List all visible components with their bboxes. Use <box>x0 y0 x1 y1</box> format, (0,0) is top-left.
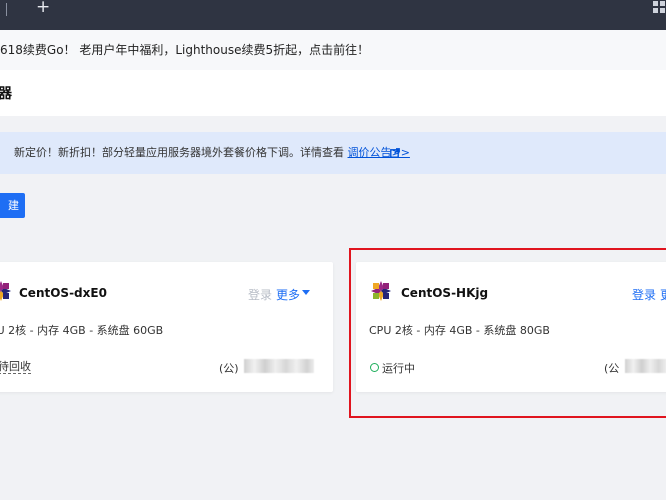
notice-message: 新定价！新折扣！部分轻量应用服务器境外套餐价格下调。详情查看 <box>14 146 348 159</box>
app-grid-icon[interactable] <box>652 0 666 16</box>
price-announcement-link[interactable]: 调价公告>> <box>348 146 410 159</box>
tab-divider <box>6 3 7 16</box>
public-ip-label: (公) <box>219 362 239 375</box>
instance-name[interactable]: CentOS-dxE0 <box>19 286 107 300</box>
page-header: 器 <box>0 70 666 116</box>
top-bar: + <box>0 0 666 30</box>
more-button[interactable]: 更多 <box>276 286 300 303</box>
masked-ip-address <box>244 359 314 373</box>
instance-card[interactable]: CentOS-dxE0 登录 更多 PU 2核 - 内存 4GB - 系统盘 6… <box>0 262 333 392</box>
notice-text: 新定价！新折扣！部分轻量应用服务器境外套餐价格下调。详情查看 调价公告>> <box>14 132 410 174</box>
promo-text[interactable]: 618续费Go！ 老用户年中福利，Lighthouse续费5折起，点击前往！ <box>0 43 369 57</box>
status-text[interactable]: 待回收 <box>0 360 31 374</box>
new-tab-icon[interactable]: + <box>36 0 50 17</box>
instance-spec: PU 2核 - 内存 4GB - 系统盘 60GB <box>0 324 164 337</box>
chevron-down-icon[interactable] <box>302 290 310 295</box>
centos-logo-icon <box>0 281 11 301</box>
create-button[interactable]: 建 <box>0 193 25 218</box>
highlight-box <box>349 248 666 418</box>
page-title: 器 <box>0 86 12 102</box>
promo-banner[interactable]: 618续费Go！ 老用户年中福利，Lighthouse续费5折起，点击前往！ <box>0 30 666 70</box>
price-notice-banner: 新定价！新折扣！部分轻量应用服务器境外套餐价格下调。详情查看 调价公告>> <box>0 132 666 174</box>
login-button[interactable]: 登录 <box>248 286 272 303</box>
external-link-icon[interactable] <box>390 148 400 158</box>
